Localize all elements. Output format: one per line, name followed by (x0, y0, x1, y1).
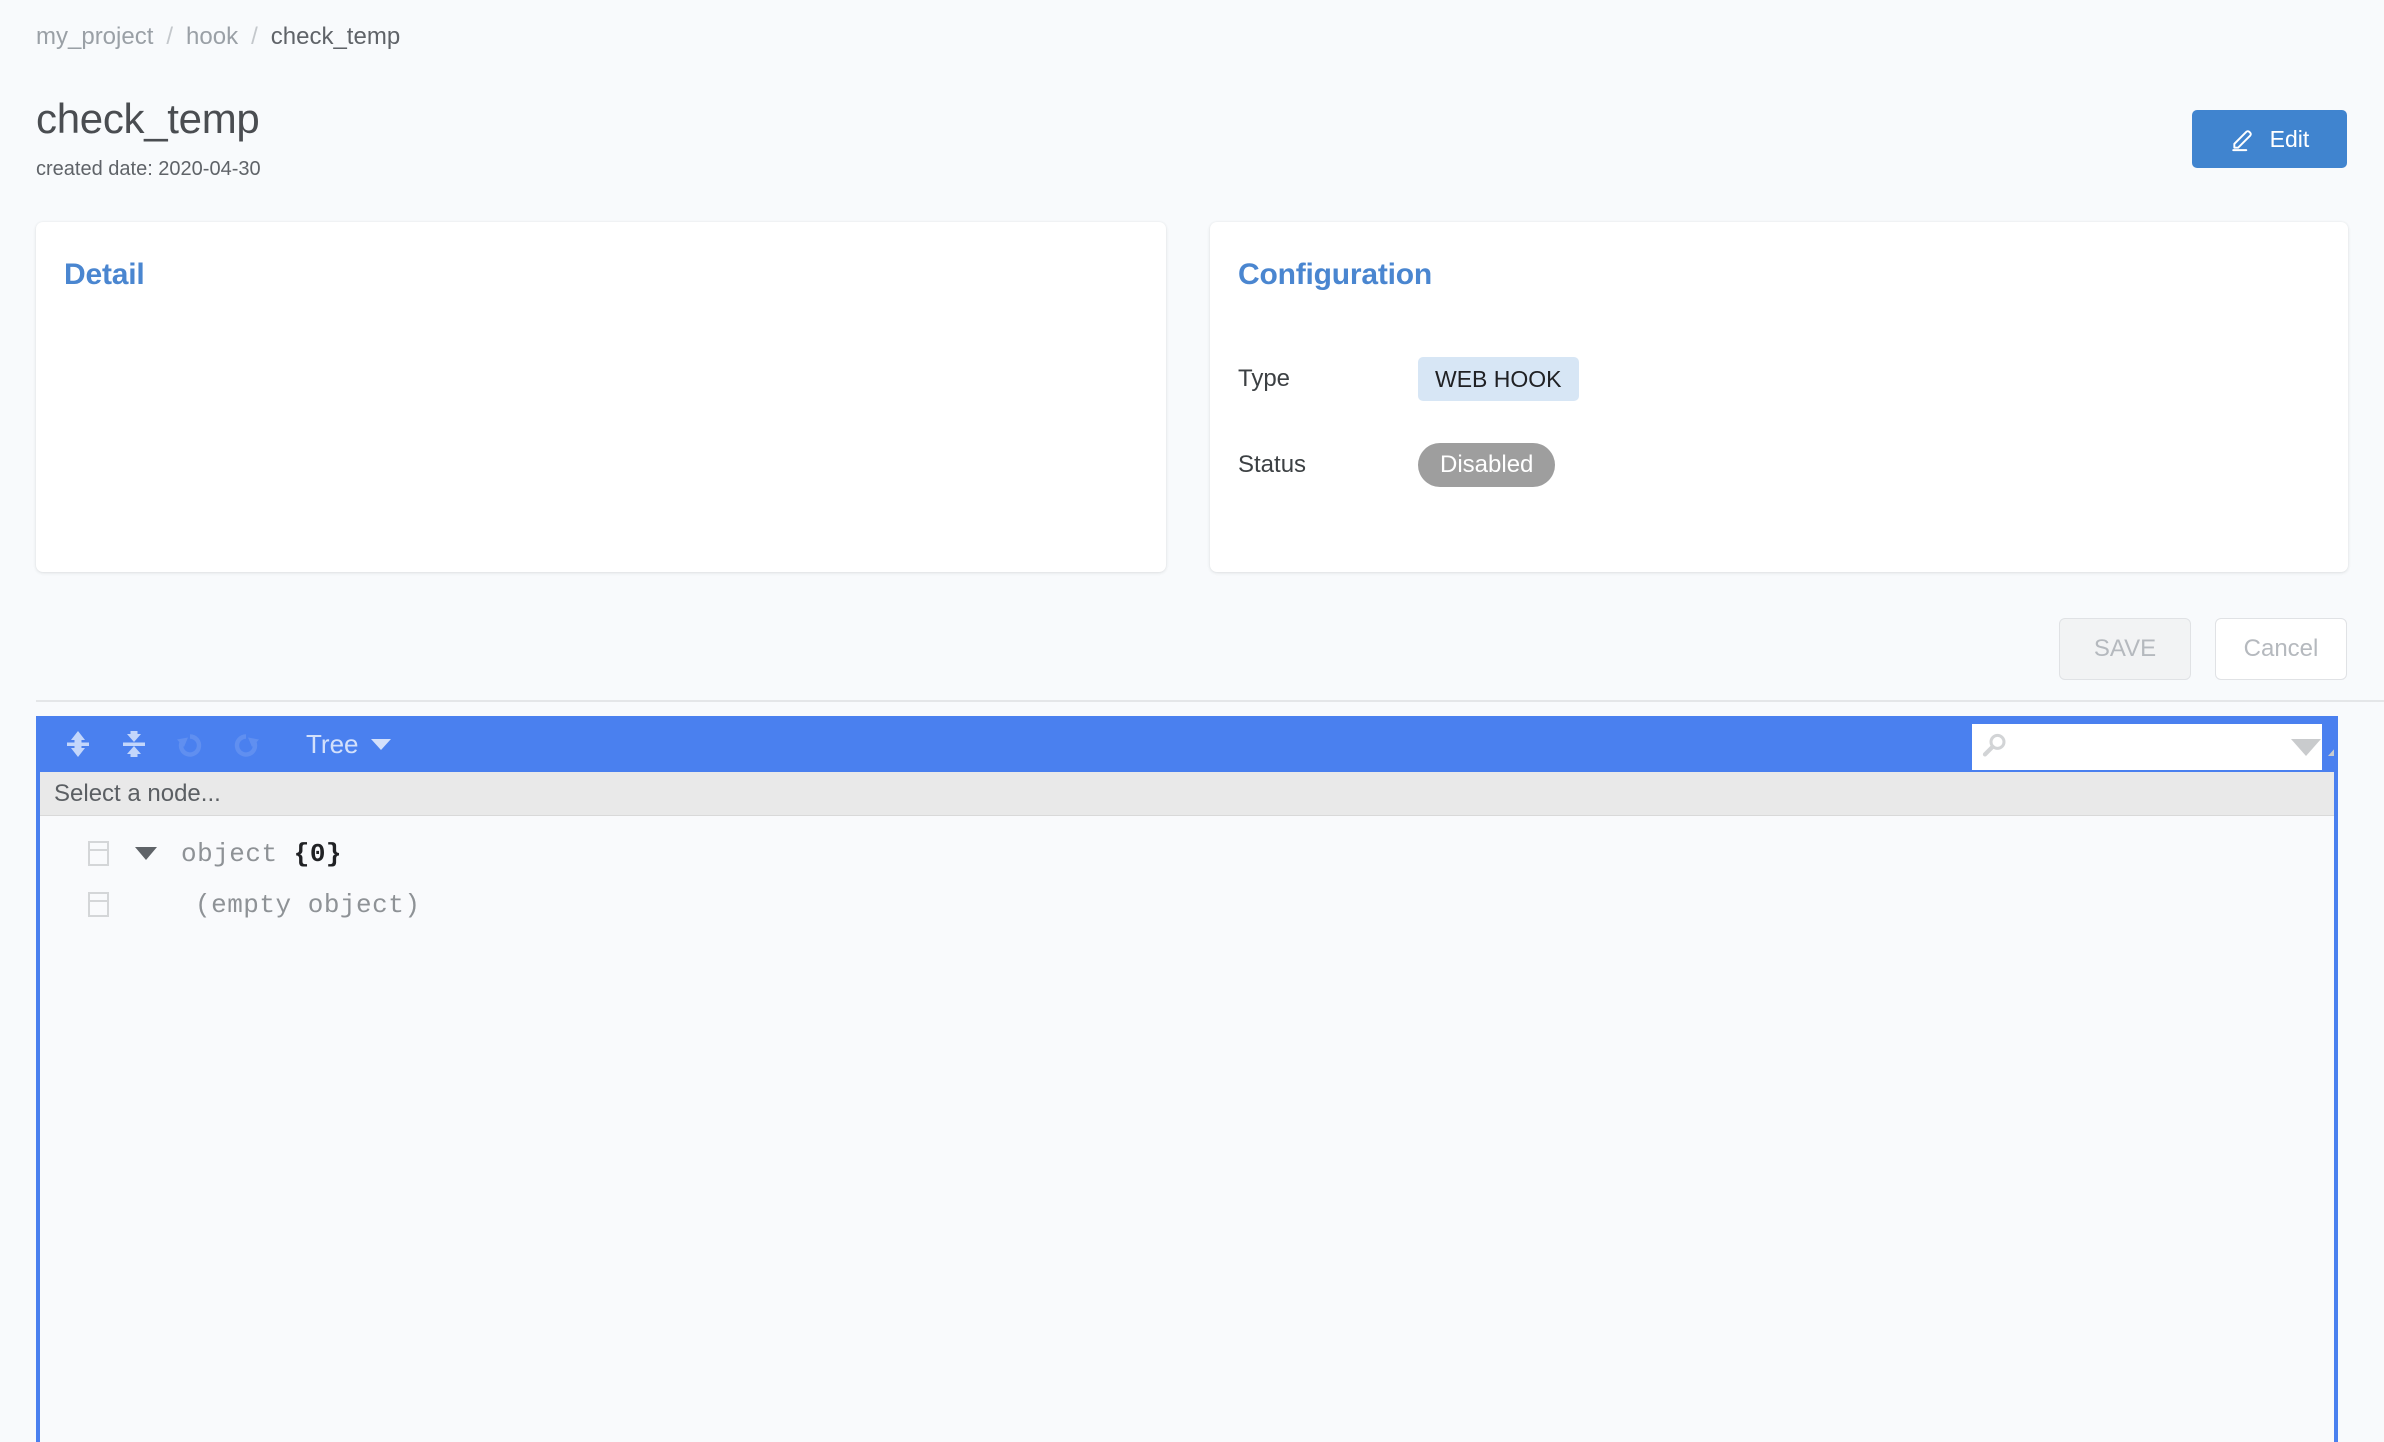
collapse-all-button[interactable] (106, 722, 162, 766)
chevron-down-icon (370, 738, 391, 750)
json-search-nav (2291, 738, 2334, 756)
configuration-card-title: Configuration (1238, 258, 1433, 291)
undo-button[interactable] (162, 722, 218, 766)
pencil-icon (2230, 126, 2256, 152)
json-editor: Tree Select a node... object {0} (empty … (36, 716, 2338, 1442)
cancel-button[interactable]: Cancel (2215, 618, 2347, 680)
edit-button[interactable]: Edit (2192, 110, 2347, 168)
form-actions: SAVE Cancel (2059, 618, 2347, 680)
config-row-type: Type WEB HOOK (1238, 336, 2376, 422)
search-icon (1980, 730, 2010, 765)
undo-icon (174, 729, 206, 759)
redo-button[interactable] (218, 722, 274, 766)
configuration-rows: Type WEB HOOK Status Disabled (1238, 336, 2376, 508)
json-tree: object {0} (empty object) (40, 816, 2334, 930)
tree-row[interactable]: object {0} (40, 828, 2334, 879)
detail-card-title: Detail (64, 258, 145, 291)
breadcrumb: my_project / hook / check_temp (36, 22, 400, 52)
expand-all-button[interactable] (50, 722, 106, 766)
cards-row: Detail Configuration Type WEB HOOK Statu… (36, 222, 2348, 572)
tree-node-label: object (181, 838, 294, 869)
detail-card: Detail (36, 222, 1166, 572)
tree-node-count: {0} (293, 838, 343, 869)
config-row-status: Status Disabled (1238, 422, 2376, 508)
breadcrumb-item-hook[interactable]: hook (186, 22, 238, 52)
created-date-label: created date: 2020-04-30 (36, 158, 261, 180)
type-value-chip: WEB HOOK (1418, 357, 1579, 401)
collapse-all-icon (121, 729, 147, 759)
drag-handle-icon[interactable] (88, 892, 109, 917)
config-label-status: Status (1238, 451, 1307, 478)
tree-row[interactable]: (empty object) (40, 879, 2334, 930)
section-divider (36, 700, 2384, 702)
breadcrumb-item-my-project[interactable]: my_project (36, 22, 153, 52)
json-search-box[interactable] (1972, 724, 2334, 770)
triangle-down-icon[interactable] (2291, 738, 2321, 756)
breadcrumb-separator: / (166, 23, 174, 50)
status-badge: Disabled (1418, 443, 1556, 487)
breadcrumb-separator: / (251, 23, 258, 50)
json-editor-status-bar: Select a node... (40, 772, 2334, 816)
configuration-card: Configuration Type WEB HOOK Status Disab… (1210, 222, 2348, 572)
save-button[interactable]: SAVE (2059, 618, 2191, 680)
breadcrumb-item-check-temp: check_temp (270, 23, 401, 50)
config-label-type: Type (1238, 365, 1291, 392)
triangle-up-icon[interactable] (2328, 738, 2334, 756)
editor-mode-label: Tree (306, 728, 359, 759)
redo-icon (230, 729, 262, 759)
edit-button-label: Edit (2269, 125, 2310, 152)
json-editor-toolbar: Tree (40, 716, 2334, 772)
page-title: check_temp (36, 95, 260, 142)
editor-mode-selector[interactable]: Tree (306, 729, 391, 760)
expand-all-icon (65, 729, 91, 759)
triangle-down-icon[interactable] (135, 847, 157, 860)
json-search-input[interactable] (2016, 734, 2291, 760)
tree-node-empty-label: (empty object) (195, 889, 421, 920)
drag-handle-icon[interactable] (88, 841, 109, 866)
